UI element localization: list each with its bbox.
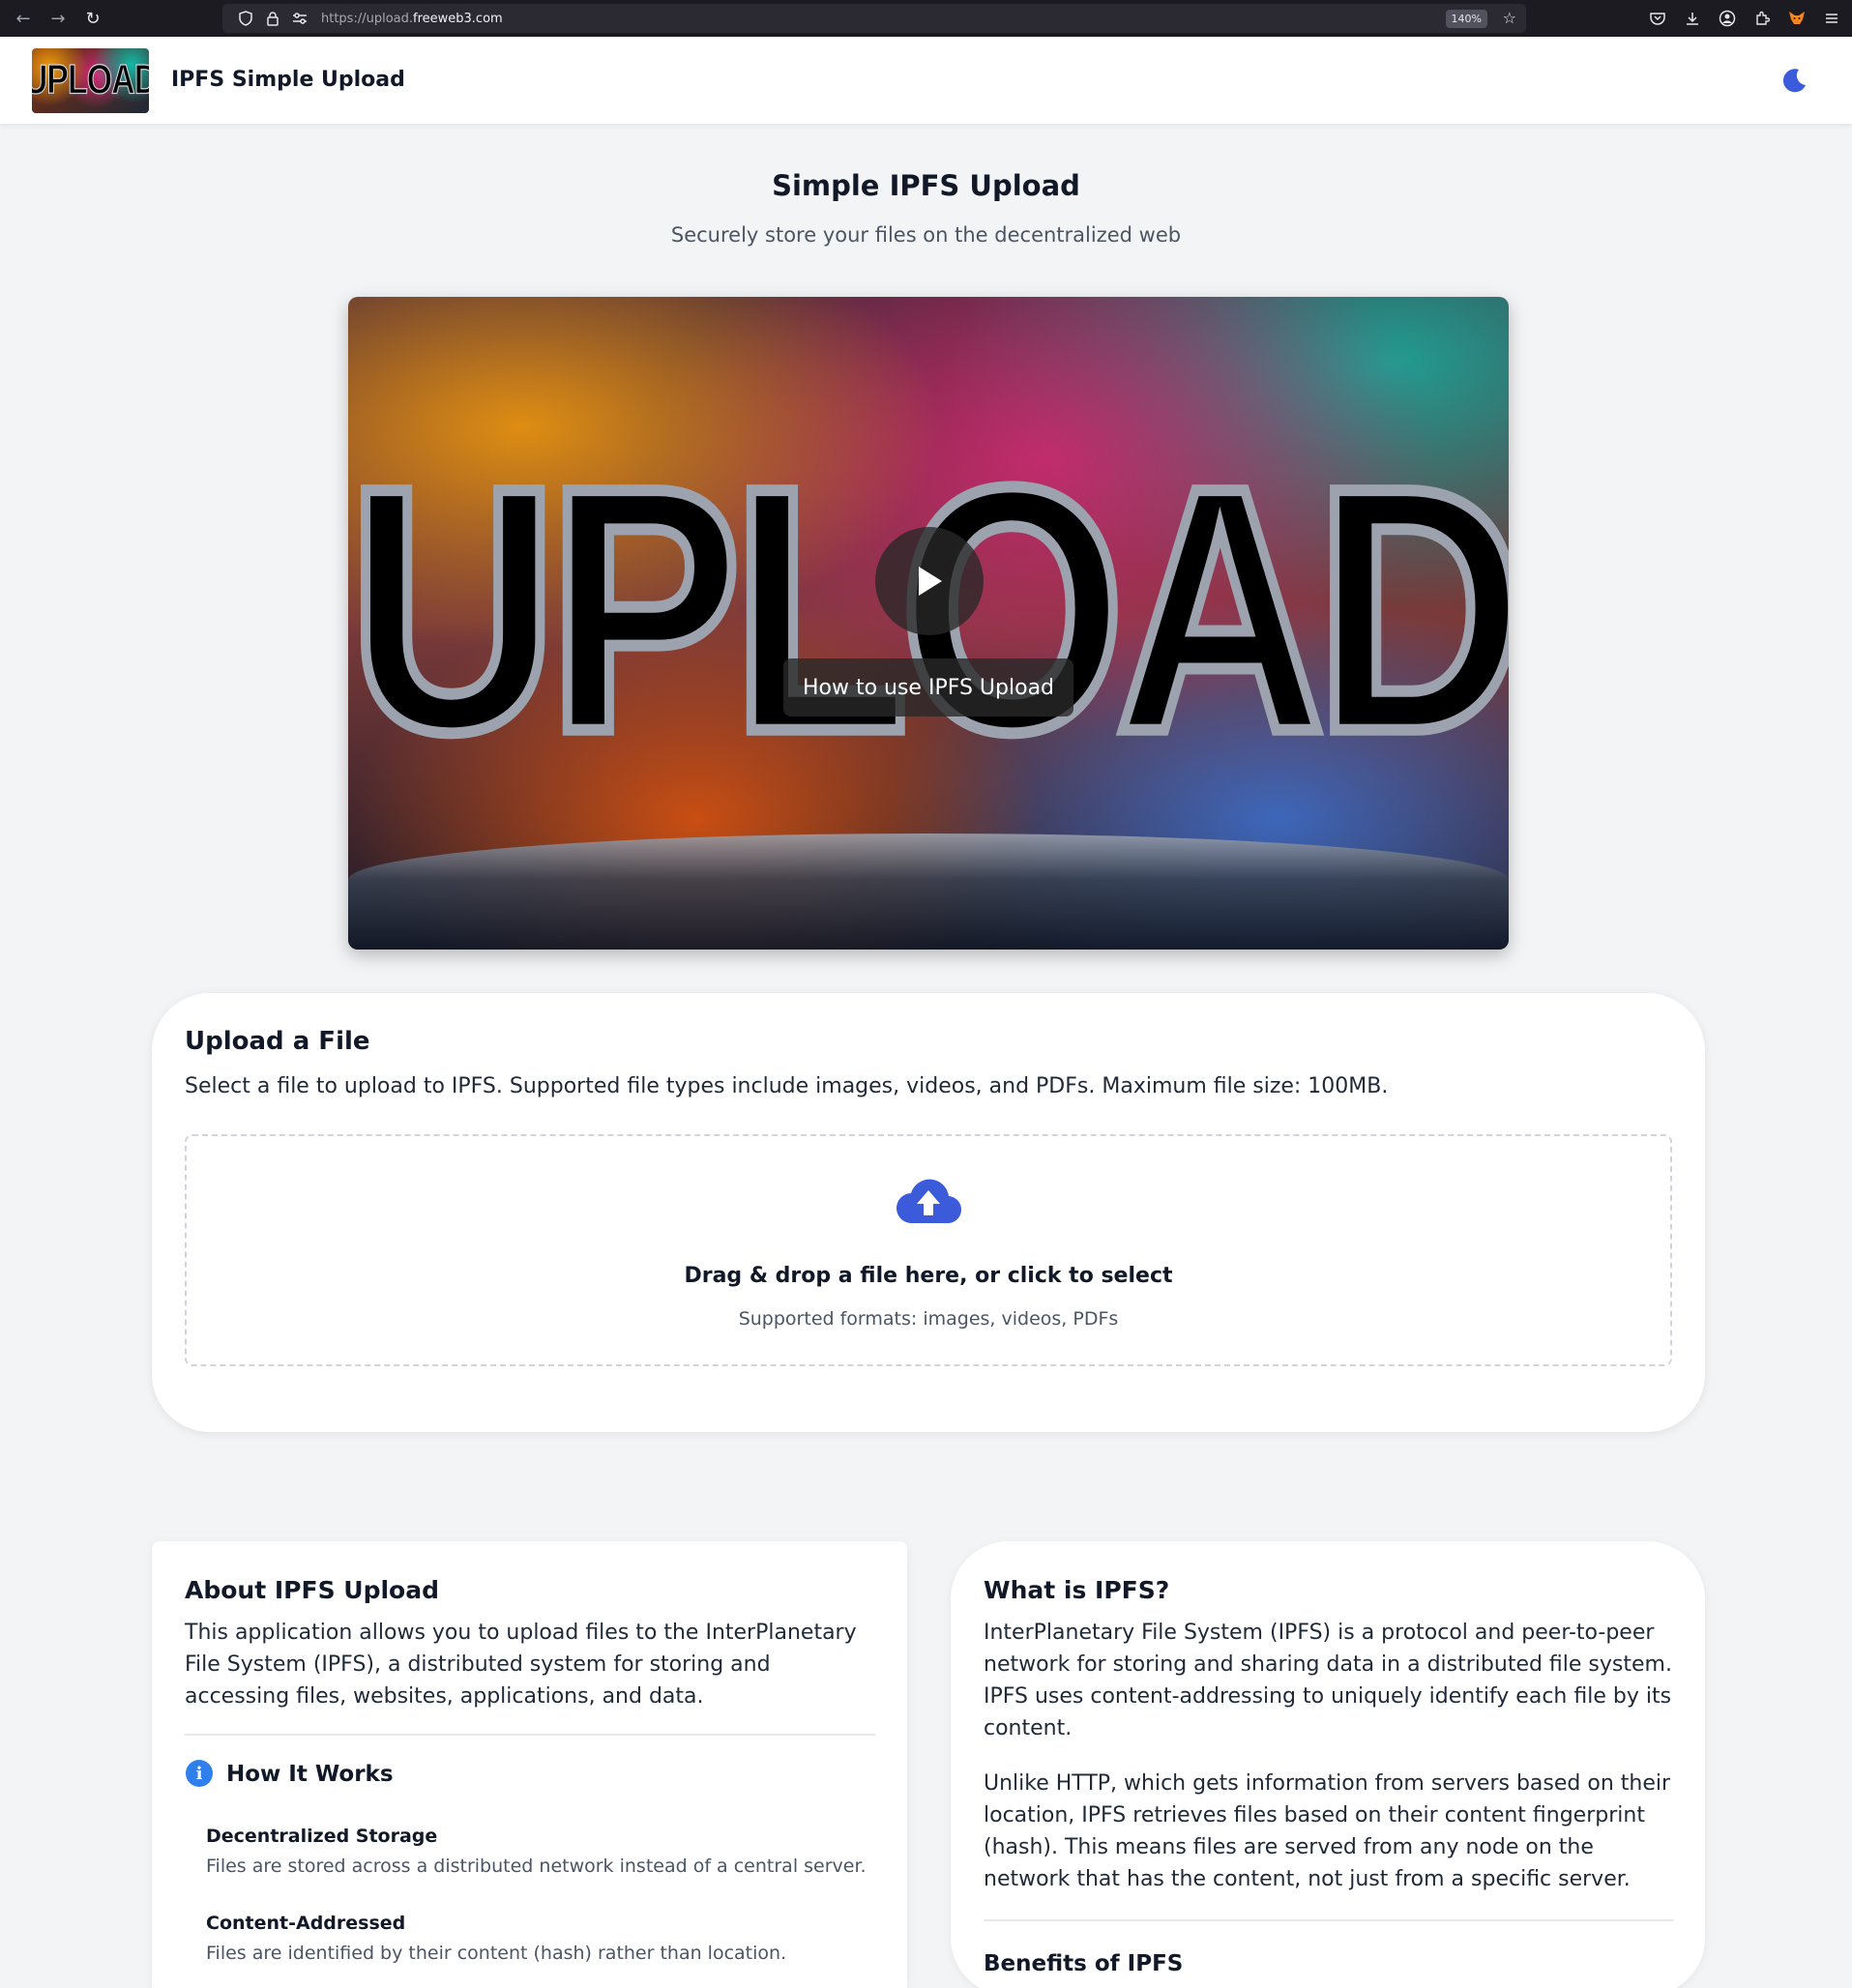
bookmark-star-icon[interactable]: ☆	[1503, 9, 1516, 27]
address-bar[interactable]: https://upload.freeweb3.com 140% ☆	[222, 4, 1526, 33]
reload-icon[interactable]: ↻	[75, 0, 110, 37]
page-title: Simple IPFS Upload	[772, 169, 1080, 202]
what-is-ipfs-card: What is IPFS? InterPlanetary File System…	[951, 1541, 1705, 1988]
metamask-fox-icon[interactable]	[1782, 4, 1811, 33]
app-header: UPLOAD IPFS Simple Upload	[0, 37, 1852, 124]
play-icon	[919, 567, 942, 596]
video-thumbnail-pedestal	[348, 833, 1509, 950]
feature-description: Files are identified by their content (h…	[206, 1943, 787, 1964]
what-is-ipfs-title: What is IPFS?	[984, 1576, 1170, 1604]
shield-icon	[234, 7, 257, 30]
toolbar-icons	[1643, 0, 1846, 37]
dark-mode-toggle-moon-icon[interactable]	[1779, 66, 1808, 95]
back-icon[interactable]: ←	[6, 0, 41, 37]
permissions-icon[interactable]	[288, 7, 311, 30]
download-icon[interactable]	[1678, 4, 1707, 33]
extensions-icon[interactable]	[1748, 4, 1777, 33]
file-dropzone[interactable]: Drag & drop a file here, or click to sel…	[185, 1134, 1672, 1366]
ipfs-divider	[984, 1919, 1674, 1921]
lock-icon	[261, 7, 284, 30]
how-it-works-title: How It Works	[226, 1762, 394, 1787]
menu-icon[interactable]	[1817, 4, 1846, 33]
url-text: https://upload.freeweb3.com	[321, 11, 503, 26]
upload-title: Upload a File	[185, 1027, 370, 1056]
about-title: About IPFS Upload	[185, 1576, 439, 1604]
video-caption: How to use IPFS Upload	[783, 658, 1073, 716]
about-divider	[185, 1734, 875, 1736]
upload-card: Upload a File Select a file to upload to…	[152, 993, 1705, 1432]
pocket-icon[interactable]	[1643, 4, 1672, 33]
forward-icon[interactable]: →	[41, 0, 75, 37]
about-text: This application allows you to upload fi…	[185, 1621, 857, 1709]
app-title: IPFS Simple Upload	[171, 68, 405, 92]
account-icon[interactable]	[1713, 4, 1742, 33]
app-logo[interactable]: UPLOAD	[32, 48, 149, 113]
zoom-level[interactable]: 140%	[1445, 10, 1487, 28]
play-button[interactable]	[875, 527, 984, 635]
feature-description: Files are stored across a distributed ne…	[206, 1856, 867, 1877]
feature-title: Content-Addressed	[206, 1913, 406, 1934]
ipfs-paragraph-2: Unlike HTTP, which gets information from…	[984, 1771, 1671, 1891]
ipfs-paragraph-1: InterPlanetary File System (IPFS) is a p…	[984, 1621, 1672, 1740]
page-subtitle: Securely store your files on the decentr…	[670, 223, 1182, 247]
upload-description: Select a file to upload to IPFS. Support…	[185, 1074, 1389, 1098]
cloud-upload-icon	[895, 1177, 962, 1225]
dropzone-title: Drag & drop a file here, or click to sel…	[684, 1264, 1173, 1288]
about-card: About IPFS Upload This application allow…	[152, 1541, 907, 1988]
info-icon: i	[186, 1760, 213, 1787]
logo-text: UPLOAD	[32, 57, 149, 104]
browser-toolbar: ← → ↻ https://upload.freeweb3.com 140% ☆	[0, 0, 1852, 37]
feature-title: Decentralized Storage	[206, 1826, 438, 1847]
benefits-title: Benefits of IPFS	[984, 1951, 1184, 1976]
dropzone-supported-formats: Supported formats: images, videos, PDFs	[738, 1308, 1119, 1330]
tutorial-video[interactable]: UPLOAD How to use IPFS Upload	[348, 297, 1509, 950]
